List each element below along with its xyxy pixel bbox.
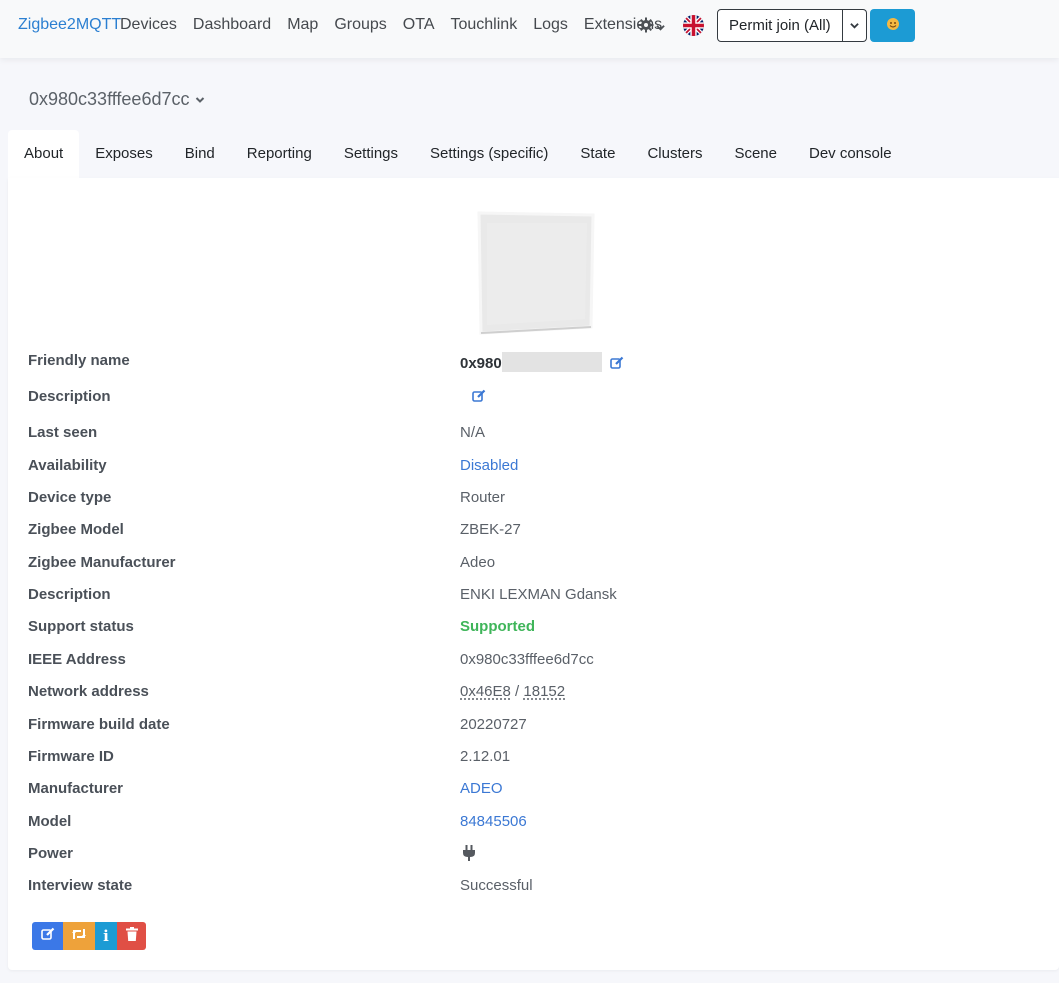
device-image [477, 211, 595, 335]
support-status-label: Support status [28, 618, 134, 635]
edit-icon [40, 927, 55, 945]
language-flag-icon[interactable] [683, 15, 704, 36]
firmware-build-date-value: 20220727 [460, 716, 527, 733]
power-label: Power [28, 845, 74, 862]
nav-ota[interactable]: OTA [403, 16, 435, 34]
manufacturer-label: Manufacturer [28, 780, 124, 797]
device-selector-label: 0x980c33fffee6d7cc [29, 89, 190, 109]
device-type-value: Router [460, 489, 506, 506]
edit-friendly-name-icon[interactable] [610, 356, 624, 370]
retweet-icon [71, 927, 87, 945]
remove-device-button[interactable] [117, 922, 146, 950]
description-edit-label: Description [28, 388, 111, 405]
gear-icon [638, 17, 654, 37]
ieee-address-value: 0x980c33fffee6d7cc [460, 651, 594, 668]
support-status-link[interactable]: Supported [460, 618, 535, 635]
nav-touchlink[interactable]: Touchlink [450, 16, 517, 34]
trash-icon [125, 927, 138, 945]
donate-icon [886, 17, 900, 35]
rename-device-button[interactable] [32, 922, 63, 950]
firmware-id-label: Firmware ID [28, 748, 114, 765]
nav-map[interactable]: Map [287, 16, 318, 34]
device-type-label: Device type [28, 489, 112, 506]
network-address-dec: 18152 [523, 683, 566, 700]
network-address-hex: 0x46E8 [460, 683, 511, 700]
settings-menu[interactable] [638, 17, 665, 37]
chevron-down-icon [656, 19, 665, 36]
zigbee-model-label: Zigbee Model [28, 521, 124, 538]
edit-description-icon[interactable] [472, 389, 486, 407]
tab-dev-console[interactable]: Dev console [793, 130, 908, 178]
last-seen-label: Last seen [28, 424, 98, 441]
nav-logs[interactable]: Logs [533, 16, 568, 34]
tab-settings[interactable]: Settings [328, 130, 414, 178]
last-seen-value: N/A [460, 424, 486, 441]
friendly-name-value: 0x980 [460, 352, 624, 372]
zigbee-manufacturer-label: Zigbee Manufacturer [28, 554, 176, 571]
info-icon: i [103, 927, 109, 945]
interview-button[interactable]: i [95, 922, 117, 950]
friendly-name-text: 0x980 [460, 355, 502, 372]
model-link[interactable]: 84845506 [460, 813, 527, 830]
tab-scene[interactable]: Scene [718, 130, 793, 178]
tab-settings-specific[interactable]: Settings (specific) [414, 130, 564, 178]
nav-devices[interactable]: Devices [120, 16, 177, 34]
device-action-bar: i [32, 922, 146, 950]
device-selector[interactable]: 0x980c33fffee6d7cc [29, 89, 205, 110]
device-tabs: About Exposes Bind Reporting Settings Se… [8, 130, 908, 178]
network-address-separator: / [510, 683, 524, 700]
reconfigure-button[interactable] [63, 922, 95, 950]
permit-join-dropdown[interactable] [842, 9, 867, 42]
redacted-block [501, 352, 602, 372]
tab-reporting[interactable]: Reporting [231, 130, 328, 178]
brand-link[interactable]: Zigbee2MQTT [18, 16, 121, 34]
manufacturer-link[interactable]: ADEO [460, 780, 503, 797]
nav-groups[interactable]: Groups [334, 16, 386, 34]
tab-exposes[interactable]: Exposes [79, 130, 169, 178]
nav-links: Devices Dashboard Map Groups OTA Touchli… [120, 16, 662, 34]
friendly-name-label: Friendly name [28, 352, 130, 369]
zigbee-model-value: ZBEK-27 [460, 521, 521, 538]
top-navbar: Zigbee2MQTT Devices Dashboard Map Groups… [0, 0, 1059, 58]
description-label: Description [28, 586, 111, 603]
zigbee-manufacturer-value: Adeo [460, 554, 496, 571]
model-label: Model [28, 813, 72, 830]
availability-link[interactable]: Disabled [460, 457, 518, 474]
description-value: ENKI LEXMAN Gdansk [460, 586, 617, 603]
chevron-down-icon [849, 17, 859, 34]
network-address-label: Network address [28, 683, 149, 700]
permit-join-group: Permit join (All) [717, 9, 867, 42]
chevron-down-icon [195, 89, 205, 110]
tab-state[interactable]: State [564, 130, 631, 178]
tab-bind[interactable]: Bind [169, 130, 231, 178]
tab-clusters[interactable]: Clusters [631, 130, 718, 178]
plug-icon [463, 845, 475, 865]
nav-dashboard[interactable]: Dashboard [193, 16, 271, 34]
firmware-id-value: 2.12.01 [460, 748, 511, 765]
ieee-address-label: IEEE Address [28, 651, 126, 668]
interview-state-label: Interview state [28, 877, 133, 894]
tab-about[interactable]: About [8, 130, 80, 178]
availability-label: Availability [28, 457, 107, 474]
network-address-value: 0x46E8 / 18152 [460, 683, 565, 700]
interview-state-value: Successful [460, 877, 533, 894]
firmware-build-date-label: Firmware build date [28, 716, 170, 733]
donate-button[interactable] [870, 9, 915, 42]
permit-join-button[interactable]: Permit join (All) [717, 9, 843, 42]
